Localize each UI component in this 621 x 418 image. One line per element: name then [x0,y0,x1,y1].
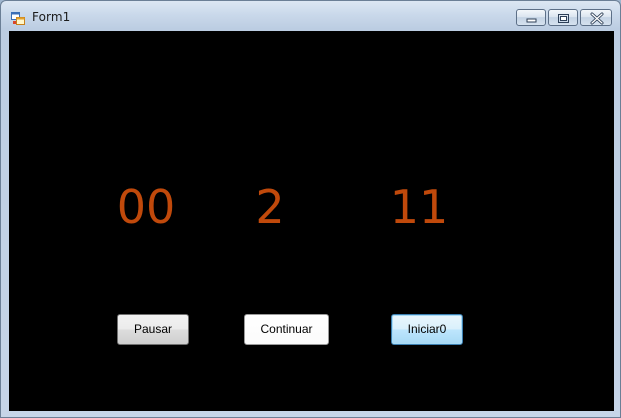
counter-label-second: 2 [255,180,285,234]
pause-button[interactable]: Pausar [117,314,189,345]
start-button[interactable]: Iniciar0 [391,314,463,345]
maximize-button[interactable] [548,9,578,26]
minimize-button[interactable] [516,9,546,26]
form-client-area: 00 2 11 Pausar Continuar Iniciar0 [9,31,614,411]
app-window: Form1 00 2 11 Pausar Continuar Iniciar0 [0,0,621,418]
continue-button[interactable]: Continuar [244,314,329,345]
close-button[interactable] [580,9,612,26]
title-bar[interactable]: Form1 [1,1,620,31]
counter-label-first: 00 [116,180,176,234]
maximize-icon [558,14,569,23]
window-title: Form1 [32,10,71,24]
close-icon [590,12,604,25]
counter-label-third: 11 [389,180,449,234]
minimize-icon [526,18,537,23]
form-app-icon[interactable] [11,10,25,25]
caption-buttons [516,9,612,26]
